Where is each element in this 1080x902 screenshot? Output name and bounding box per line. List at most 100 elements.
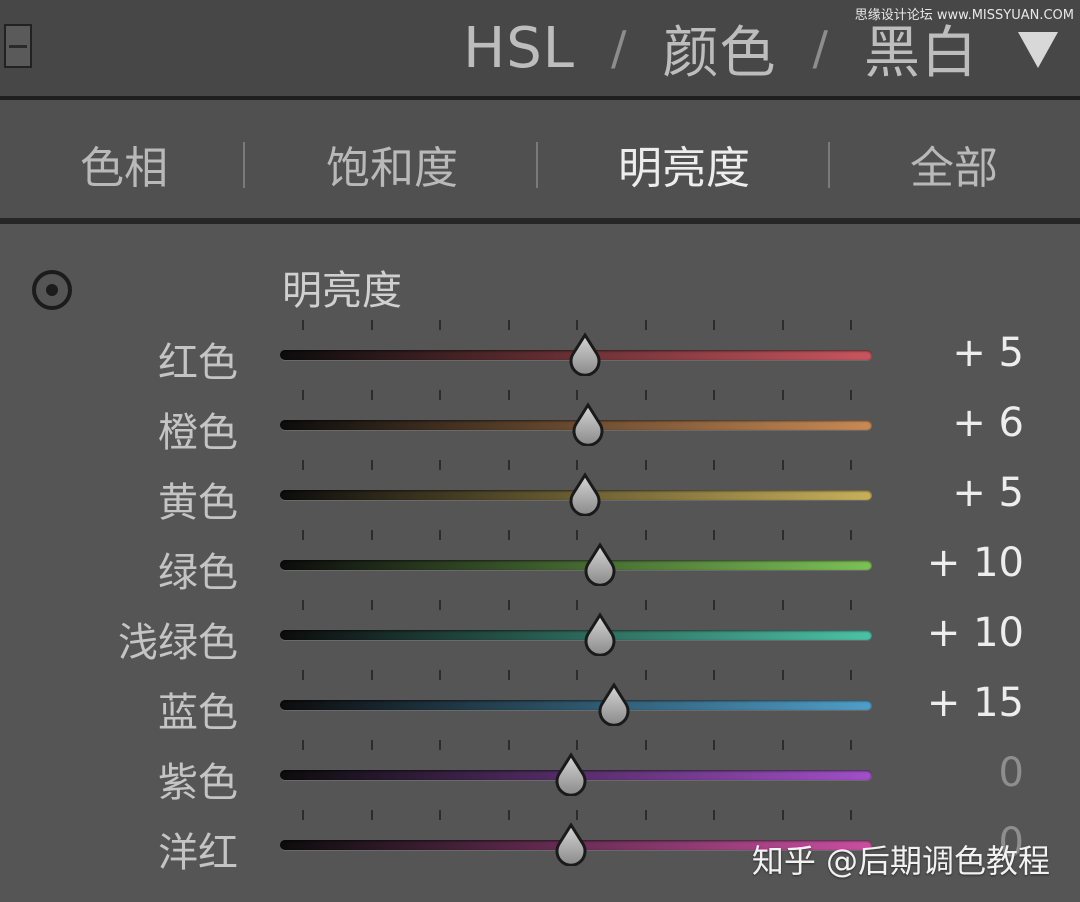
slider-ticks	[280, 600, 872, 612]
slider-track[interactable]	[280, 630, 872, 640]
subtab-luminance[interactable]: 明亮度	[564, 132, 804, 196]
slider-tick	[507, 600, 510, 610]
slider-tick	[781, 390, 784, 400]
slider-tick	[644, 810, 647, 820]
slider-track[interactable]	[280, 700, 872, 710]
slider-tick	[644, 390, 647, 400]
slider-tick	[781, 810, 784, 820]
slider-value[interactable]: + 15	[927, 680, 1024, 726]
slider-thumb[interactable]	[549, 822, 593, 866]
author-watermark: 知乎 @后期调色教程	[751, 842, 1050, 880]
slider-tick	[850, 530, 852, 540]
slider-thumb[interactable]	[592, 682, 636, 726]
slider-tick	[439, 320, 441, 330]
slider-tick	[781, 320, 784, 330]
slider-thumb[interactable]	[563, 332, 607, 376]
slider-tick	[507, 740, 510, 750]
slider-tick	[370, 320, 373, 330]
slider-tick	[781, 460, 784, 470]
slider-tick	[507, 530, 510, 540]
subtab-bar: 色相 饱和度 明亮度 全部	[0, 100, 1080, 224]
slider-ticks	[280, 810, 872, 822]
slider-tick	[644, 320, 647, 330]
slider-tick	[302, 320, 304, 330]
collapse-triangle-icon[interactable]	[1018, 32, 1058, 68]
slider-tick	[644, 740, 647, 750]
slider-value[interactable]: + 5	[952, 330, 1024, 376]
slider-tick	[713, 670, 715, 680]
slider-tick	[850, 810, 852, 820]
slider-tick	[507, 460, 510, 470]
slider-thumb[interactable]	[566, 402, 610, 446]
slider-label: 黄色	[158, 480, 238, 526]
slider-ticks	[280, 740, 872, 752]
slider-value[interactable]: 0	[999, 750, 1024, 796]
slider-thumb[interactable]	[549, 752, 593, 796]
slider-tick	[302, 460, 304, 470]
subtab-saturation[interactable]: 饱和度	[272, 132, 512, 196]
slider-ticks	[280, 670, 872, 682]
slider-tick	[781, 670, 784, 680]
slider-tick	[439, 530, 441, 540]
slider-value[interactable]: + 10	[927, 610, 1024, 656]
slider-row: 浅绿色 + 10	[0, 600, 1080, 670]
slider-label: 洋红	[158, 830, 238, 876]
slider-thumb[interactable]	[563, 472, 607, 516]
subtab-divider	[536, 142, 538, 188]
subtab-divider	[243, 142, 245, 188]
tab-separator: /	[611, 21, 627, 75]
slider-tick	[713, 600, 715, 610]
slider-tick	[850, 670, 852, 680]
slider-tick	[439, 670, 441, 680]
tab-hsl[interactable]: HSL	[463, 16, 575, 81]
subtab-all[interactable]: 全部	[834, 132, 1074, 196]
slider-tick	[302, 530, 304, 540]
slider-ticks	[280, 530, 872, 542]
slider-row: 紫色 0	[0, 740, 1080, 810]
slider-value[interactable]: + 6	[952, 400, 1024, 446]
slider-tick	[713, 460, 715, 470]
target-adjustment-icon[interactable]	[32, 270, 72, 310]
slider-tick	[302, 670, 304, 680]
slider-value[interactable]: + 10	[927, 540, 1024, 586]
slider-tick	[576, 740, 578, 750]
slider-row: 蓝色 + 15	[0, 670, 1080, 740]
slider-row: 绿色 + 10	[0, 530, 1080, 600]
slider-tick	[850, 390, 852, 400]
slider-tick	[850, 600, 852, 610]
slider-tick	[507, 320, 510, 330]
slider-tick	[781, 740, 784, 750]
slider-tick	[644, 670, 647, 680]
slider-label: 浅绿色	[118, 620, 238, 666]
slider-tick	[507, 670, 510, 680]
slider-tick	[576, 390, 578, 400]
slider-tick	[439, 390, 441, 400]
slider-tick	[850, 320, 852, 330]
slider-thumb[interactable]	[578, 612, 622, 656]
site-watermark: 思缘设计论坛 www.MISSYUAN.COM	[854, 8, 1074, 23]
slider-value[interactable]: + 5	[952, 470, 1024, 516]
tab-color[interactable]: 颜色	[663, 8, 777, 89]
slider-tick	[439, 600, 441, 610]
tab-separator: /	[812, 21, 829, 75]
slider-tick	[713, 390, 715, 400]
panel-toggle-switch[interactable]	[4, 24, 32, 68]
hsl-panel: HSL / 颜色 / 黑白 思缘设计论坛 www.MISSYUAN.COM 色相…	[0, 0, 1080, 902]
slider-thumb[interactable]	[578, 542, 622, 586]
slider-tick	[850, 460, 852, 470]
slider-tick	[507, 810, 510, 820]
slider-tick	[576, 600, 578, 610]
slider-ticks	[280, 460, 872, 472]
slider-track[interactable]	[280, 560, 872, 570]
subtab-hue[interactable]: 色相	[4, 132, 244, 196]
slider-label: 绿色	[158, 550, 238, 596]
slider-tick	[576, 530, 578, 540]
slider-tick	[713, 530, 715, 540]
slider-tick	[302, 740, 304, 750]
panel-header: HSL / 颜色 / 黑白 思缘设计论坛 www.MISSYUAN.COM	[0, 0, 1080, 100]
slider-row: 橙色 + 6	[0, 390, 1080, 460]
slider-tick	[781, 600, 784, 610]
slider-label: 红色	[158, 340, 238, 386]
section-title: 明亮度	[282, 268, 402, 314]
slider-tick	[644, 460, 647, 470]
